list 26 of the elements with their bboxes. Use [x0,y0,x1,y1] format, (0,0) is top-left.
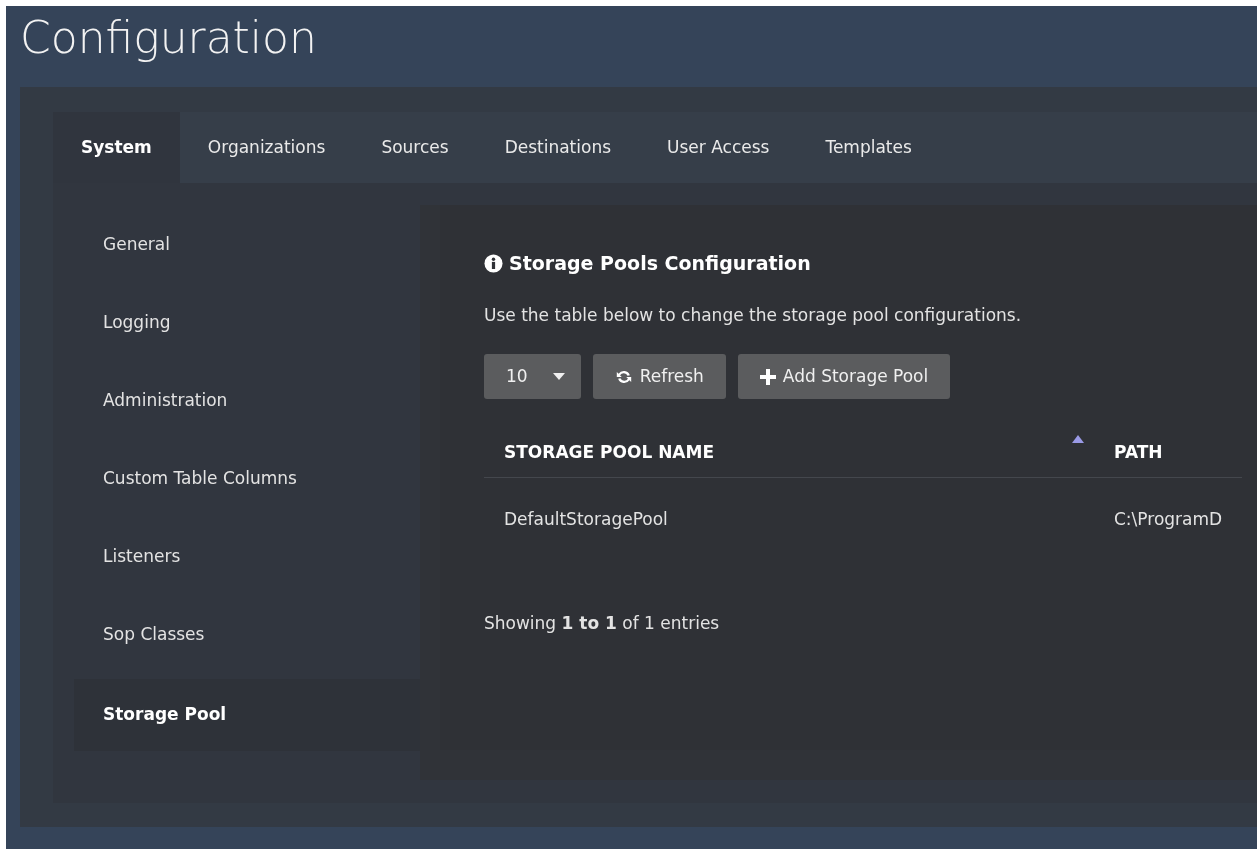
tab[interactable]: Sources [353,112,477,183]
refresh-button[interactable]: Refresh [592,354,726,399]
sidebar-item[interactable]: Storage Pool [74,679,420,751]
table-cell: C:\ProgramD [1094,477,1243,561]
tab[interactable]: Templates [797,112,940,183]
tab[interactable]: Destinations [476,112,640,183]
page-title: Configuration [19,11,318,65]
caret-icon [552,373,565,380]
tab[interactable]: User Access [639,112,798,183]
sidebar-item[interactable]: Listeners [53,529,420,607]
sidebar-item[interactable]: Logging [53,295,420,373]
table-cell: DefaultStoragePool [484,477,1094,561]
plus-icon [759,368,776,385]
info-icon [484,253,503,273]
tab[interactable]: System [53,112,180,183]
section-title: Storage Pools Configuration [509,251,811,276]
description: Use the table below to change the storage pool configurations. [484,303,1023,327]
entries-info: Showing 1 to 1 of 1 entries [484,612,721,635]
sidebar-item[interactable]: Administration [53,373,420,451]
sidebar-item[interactable]: Custom Table Columns [53,451,420,529]
column-header[interactable]: PATH [1094,417,1243,477]
sidebar-item[interactable]: General [53,217,420,295]
add-button[interactable]: Add Storage Pool [737,354,951,399]
page-size-select[interactable]: 10 [484,354,581,399]
tab[interactable]: Organizations [179,112,354,183]
column-header[interactable]: STORAGE POOL NAME [484,417,1094,477]
